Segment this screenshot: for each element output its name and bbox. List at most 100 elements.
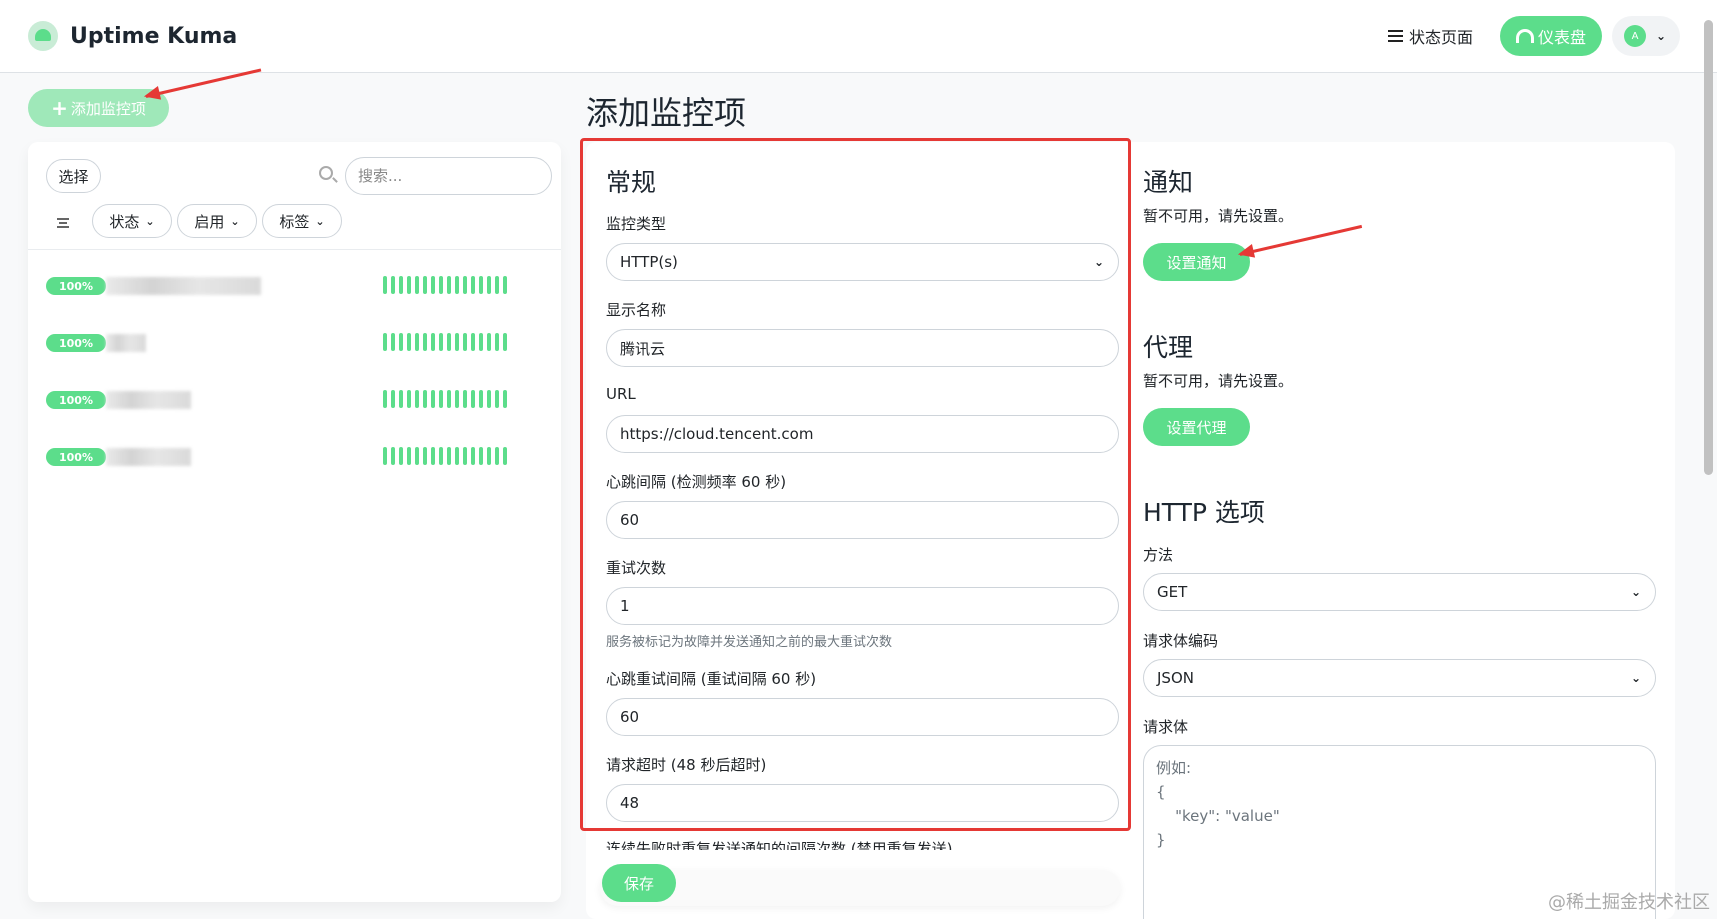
heartbeat-tick bbox=[463, 390, 467, 408]
heartbeat-tick bbox=[439, 390, 443, 408]
avatar: A bbox=[1624, 25, 1646, 47]
heartbeat-tick bbox=[487, 447, 491, 465]
redacted-monitor-name bbox=[106, 448, 191, 466]
filter-status-button[interactable]: 状态 ⌄ bbox=[92, 204, 172, 238]
monitor-list-panel: 选择 状态 ⌄ 启用 ⌄ 标签 ⌄ 100% 100% 100% 100% bbox=[28, 142, 561, 902]
heartbeat-tick bbox=[447, 276, 451, 294]
heartbeat-tick bbox=[503, 276, 507, 294]
heartbeat-tick bbox=[463, 333, 467, 351]
heartbeat-tick bbox=[415, 276, 419, 294]
heartbeat-tick bbox=[471, 447, 475, 465]
heartbeat-tick bbox=[487, 390, 491, 408]
heartbeat-tick bbox=[415, 333, 419, 351]
notification-note: 暂不可用，请先设置。 bbox=[1143, 207, 1294, 225]
dashboard-label: 仪表盘 bbox=[1537, 28, 1586, 47]
search-icon bbox=[319, 166, 333, 180]
heartbeat-tick bbox=[399, 333, 403, 351]
chevron-down-icon: ⌄ bbox=[145, 214, 155, 228]
redacted-monitor-name bbox=[106, 334, 146, 352]
heartbeat-tick bbox=[479, 276, 483, 294]
list-icon bbox=[1388, 30, 1403, 42]
heartbeat-tick bbox=[455, 447, 459, 465]
heartbeat-tick bbox=[407, 276, 411, 294]
body-encoding-label: 请求体编码 bbox=[1143, 632, 1219, 650]
heartbeat-tick bbox=[487, 333, 491, 351]
proxy-note: 暂不可用，请先设置。 bbox=[1143, 372, 1294, 390]
heartbeat-tick bbox=[503, 447, 507, 465]
dashboard-button[interactable]: 仪表盘 bbox=[1500, 16, 1602, 56]
heartbeat-tick bbox=[447, 333, 451, 351]
heartbeat-tick bbox=[399, 276, 403, 294]
watermark: @稀土掘金技术社区 bbox=[1548, 892, 1710, 913]
heartbeat-tick bbox=[439, 333, 443, 351]
add-monitor-label: 添加监控项 bbox=[70, 99, 146, 118]
setup-proxy-button[interactable]: 设置代理 bbox=[1143, 408, 1250, 446]
annotation-highlight-box bbox=[580, 138, 1131, 831]
heartbeat-tick bbox=[423, 276, 427, 294]
heartbeat-bar bbox=[383, 390, 511, 408]
heartbeat-tick bbox=[487, 276, 491, 294]
search-input[interactable] bbox=[345, 157, 552, 195]
heartbeat-tick bbox=[431, 447, 435, 465]
method-select[interactable]: GET ⌄ bbox=[1143, 573, 1656, 611]
method-label: 方法 bbox=[1143, 546, 1174, 564]
heartbeat-tick bbox=[383, 276, 387, 294]
http-options-title: HTTP 选项 bbox=[1143, 498, 1265, 527]
profile-menu[interactable]: A ⌄ bbox=[1612, 16, 1680, 56]
heartbeat-tick bbox=[479, 447, 483, 465]
list-item[interactable]: 100% bbox=[46, 332, 546, 354]
body-encoding-select[interactable]: JSON ⌄ bbox=[1143, 659, 1656, 697]
list-item[interactable]: 100% bbox=[46, 275, 546, 297]
setup-notification-button[interactable]: 设置通知 bbox=[1143, 243, 1250, 281]
gauge-icon bbox=[1515, 29, 1534, 43]
uptime-badge: 100% bbox=[46, 391, 106, 409]
chevron-down-icon: ⌄ bbox=[315, 214, 325, 228]
heartbeat-tick bbox=[447, 390, 451, 408]
page-title: 添加监控项 bbox=[586, 94, 747, 132]
divider bbox=[28, 249, 561, 250]
filter-tags-button[interactable]: 标签 ⌄ bbox=[262, 204, 342, 238]
heartbeat-tick bbox=[407, 447, 411, 465]
heartbeat-tick bbox=[439, 447, 443, 465]
filter-active-button[interactable]: 启用 ⌄ bbox=[177, 204, 257, 238]
heartbeat-tick bbox=[503, 390, 507, 408]
heartbeat-tick bbox=[391, 447, 395, 465]
save-button[interactable]: 保存 bbox=[602, 864, 676, 902]
heartbeat-tick bbox=[495, 333, 499, 351]
status-page-link[interactable]: 状态页面 bbox=[1388, 24, 1473, 48]
select-button[interactable]: 选择 bbox=[46, 159, 101, 193]
heartbeat-tick bbox=[423, 447, 427, 465]
heartbeat-tick bbox=[463, 447, 467, 465]
heartbeat-tick bbox=[463, 276, 467, 294]
heartbeat-tick bbox=[503, 333, 507, 351]
heartbeat-tick bbox=[455, 276, 459, 294]
uptime-kuma-logo-icon bbox=[28, 21, 58, 51]
chevron-down-icon: ⌄ bbox=[1656, 29, 1667, 43]
heartbeat-tick bbox=[431, 390, 435, 408]
redacted-monitor-name bbox=[106, 277, 261, 295]
uptime-badge: 100% bbox=[46, 448, 106, 466]
page-scrollbar[interactable] bbox=[1704, 20, 1713, 475]
list-item[interactable]: 100% bbox=[46, 446, 546, 468]
notification-section-title: 通知 bbox=[1143, 168, 1194, 197]
heartbeat-tick bbox=[455, 333, 459, 351]
heartbeat-tick bbox=[479, 333, 483, 351]
chevron-down-icon: ⌄ bbox=[230, 214, 240, 228]
heartbeat-tick bbox=[455, 390, 459, 408]
heartbeat-tick bbox=[495, 447, 499, 465]
uptime-badge: 100% bbox=[46, 334, 106, 352]
heartbeat-tick bbox=[391, 333, 395, 351]
list-item[interactable]: 100% bbox=[46, 389, 546, 411]
chevron-down-icon: ⌄ bbox=[1630, 585, 1641, 599]
heartbeat-tick bbox=[399, 390, 403, 408]
heartbeat-tick bbox=[391, 390, 395, 408]
plus-icon: + bbox=[51, 96, 68, 120]
heartbeat-tick bbox=[391, 276, 395, 294]
heartbeat-tick bbox=[495, 276, 499, 294]
filter-icon[interactable] bbox=[57, 218, 69, 228]
status-page-label: 状态页面 bbox=[1409, 28, 1474, 47]
brand[interactable]: Uptime Kuma bbox=[28, 21, 237, 51]
top-header: Uptime Kuma 状态页面 仪表盘 A ⌄ bbox=[0, 0, 1717, 73]
resend-interval-label: 连续失败时重复发送通知的间隔次数 (禁用重复发送) bbox=[606, 840, 953, 850]
proxy-section-title: 代理 bbox=[1143, 333, 1194, 362]
